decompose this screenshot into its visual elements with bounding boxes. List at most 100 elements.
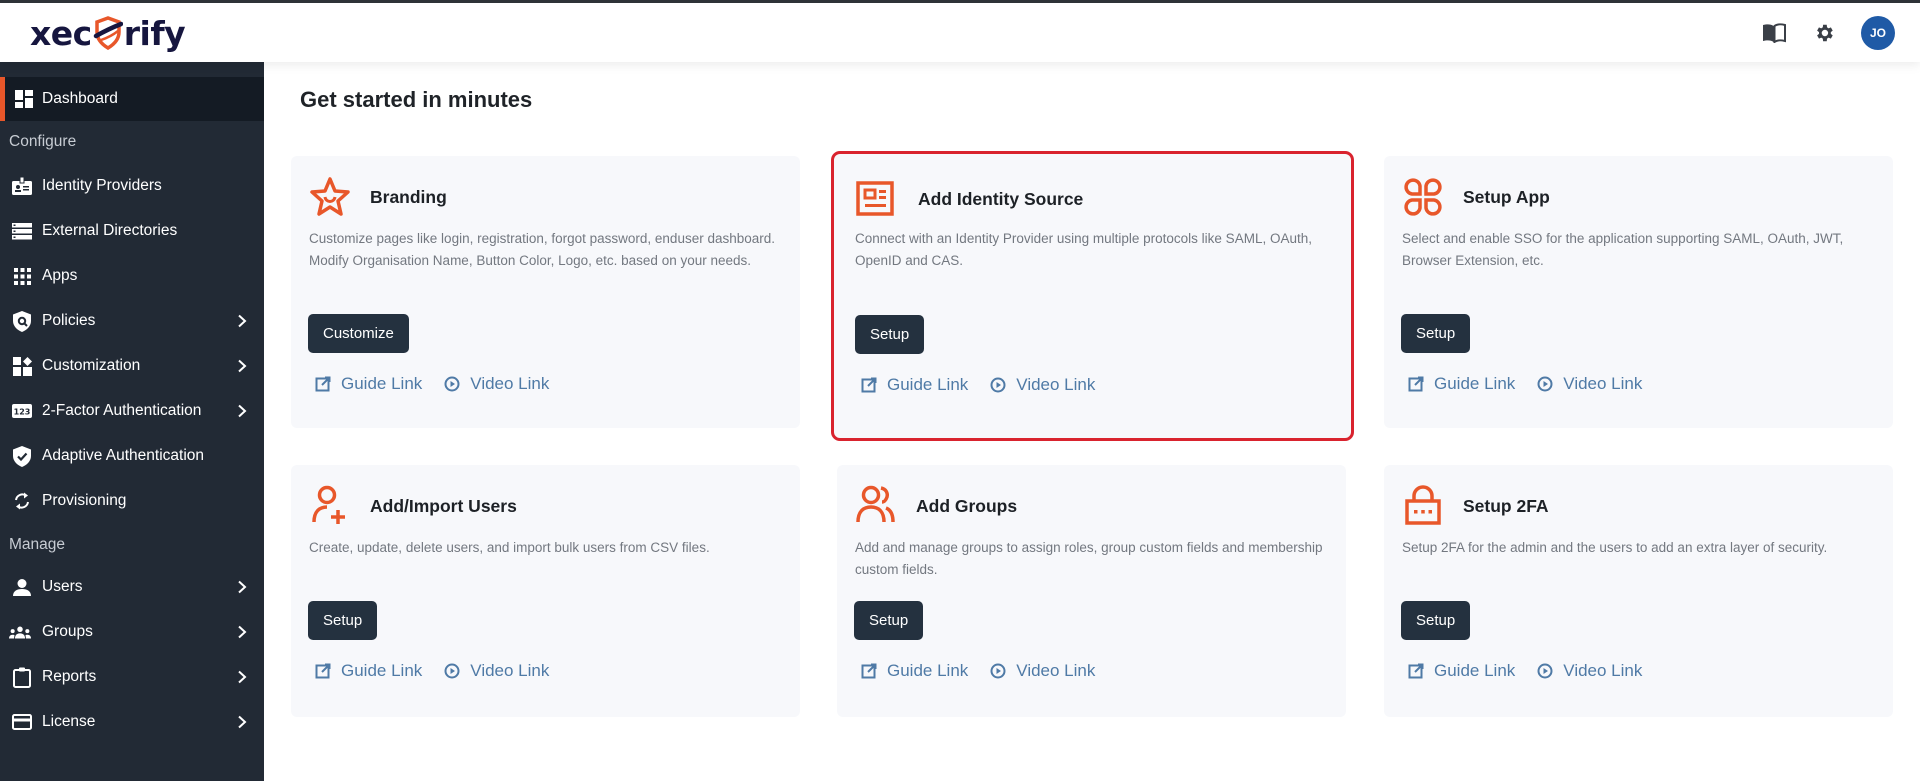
main-content: Get started in minutes Branding Customiz…: [264, 62, 1920, 781]
top-bar: xec rify JO: [0, 0, 1920, 62]
guide-link-label: Guide Link: [887, 661, 969, 680]
card-links: Guide Link Video Link: [861, 661, 1117, 681]
play-circle-icon: [990, 377, 1006, 393]
guide-link[interactable]: Guide Link: [315, 661, 422, 681]
sidebar-item-external-directories[interactable]: External Directories: [0, 209, 264, 253]
top-actions: JO: [1761, 3, 1920, 62]
xecurify-logo[interactable]: xec rify: [30, 13, 186, 53]
id-badge-icon: [11, 175, 33, 197]
video-link-label: Video Link: [1563, 661, 1643, 680]
sidebar-item-policies[interactable]: Policies: [0, 299, 264, 343]
external-link-icon: [861, 663, 877, 679]
video-link[interactable]: Video Link: [1537, 374, 1642, 394]
chevron-right-icon: [238, 404, 247, 418]
setup-button[interactable]: Setup: [1401, 314, 1471, 353]
sidebar-item-label: External Directories: [42, 222, 178, 239]
sidebar-item-label: Users: [42, 578, 83, 595]
apps-clover-icon: [1404, 178, 1442, 216]
play-circle-icon: [444, 663, 460, 679]
apps-grid-icon: [11, 265, 33, 287]
sidebar-item-label: Groups: [42, 623, 93, 640]
setup-button[interactable]: Setup: [308, 601, 378, 640]
sidebar-item-label: Reports: [42, 668, 97, 685]
play-circle-icon: [990, 663, 1006, 679]
video-link[interactable]: Video Link: [444, 661, 549, 681]
chevron-right-icon: [238, 359, 247, 373]
dashboard-icon: [13, 88, 35, 110]
setup-button[interactable]: Setup: [855, 315, 925, 354]
play-circle-icon: [1537, 376, 1553, 392]
video-link[interactable]: Video Link: [444, 374, 549, 394]
sidebar-item-label: Customization: [42, 357, 141, 374]
sidebar-item-apps[interactable]: Apps: [0, 254, 264, 298]
guide-link[interactable]: Guide Link: [861, 661, 968, 681]
video-link[interactable]: Video Link: [1537, 661, 1642, 681]
card-description: Add and manage groups to assign roles, g…: [855, 540, 1323, 577]
chevron-right-icon: [238, 670, 247, 684]
sidebar-item-label: Apps: [42, 267, 78, 284]
card-title: Branding: [370, 187, 447, 207]
customize-button[interactable]: Customize: [308, 314, 409, 353]
sidebar-item-users[interactable]: Users: [0, 565, 264, 609]
guide-link-label: Guide Link: [341, 661, 423, 680]
guide-link-label: Guide Link: [1434, 374, 1516, 393]
card-title: Setup 2FA: [1463, 496, 1549, 516]
card-description: Select and enable SSO for the applicatio…: [1402, 231, 1844, 268]
users-group-icon: [856, 485, 895, 523]
video-link-label: Video Link: [1563, 374, 1643, 393]
sidebar: Dashboard Configure Identity Providers E…: [0, 62, 264, 781]
play-circle-icon: [444, 376, 460, 392]
widgets-icon: [11, 355, 33, 377]
user-plus-icon: [312, 485, 345, 524]
user-avatar[interactable]: JO: [1861, 15, 1895, 50]
sidebar-item-label: Policies: [42, 312, 96, 329]
sidebar-item-groups[interactable]: Groups: [0, 610, 264, 654]
video-link[interactable]: Video Link: [990, 661, 1095, 681]
section-configure: Configure: [9, 133, 77, 150]
card-links: Guide Link Video Link: [315, 374, 571, 394]
sidebar-item-reports[interactable]: Reports: [0, 655, 264, 699]
external-link-icon: [1408, 663, 1424, 679]
sidebar-item-customization[interactable]: Customization: [0, 344, 264, 388]
numeric-123-icon: 123: [11, 400, 33, 422]
sidebar-item-adaptive-authentication[interactable]: Adaptive Authentication: [0, 434, 264, 478]
card-links: Guide Link Video Link: [1408, 661, 1664, 681]
video-link[interactable]: Video Link: [990, 375, 1095, 395]
chevron-right-icon: [238, 314, 247, 328]
video-link-label: Video Link: [470, 661, 550, 680]
guide-link-label: Guide Link: [887, 375, 969, 394]
card-add-groups: Add Groups Add and manage groups to assi…: [837, 465, 1346, 717]
guide-link[interactable]: Guide Link: [315, 374, 422, 394]
sidebar-item-provisioning[interactable]: Provisioning: [0, 479, 264, 523]
logo-text-left: xec: [30, 13, 92, 53]
guide-link[interactable]: Guide Link: [1408, 661, 1515, 681]
chevron-right-icon: [238, 625, 247, 639]
card-add-identity-source: Add Identity Source Connect with an Iden…: [831, 151, 1354, 441]
sidebar-item-2-factor-authentication[interactable]: 123 2-Factor Authentication: [0, 389, 264, 433]
sidebar-item-dashboard[interactable]: Dashboard: [0, 77, 264, 121]
video-link-label: Video Link: [1016, 661, 1096, 680]
book-icon[interactable]: [1761, 20, 1787, 46]
id-card-icon: [856, 181, 894, 216]
card-description: Setup 2FA for the admin and the users to…: [1402, 540, 1828, 555]
star-smile-icon: [310, 177, 350, 216]
credit-card-icon: [11, 711, 33, 733]
setup-button[interactable]: Setup: [1401, 601, 1471, 640]
shield-search-icon: [11, 310, 33, 332]
card-links: Guide Link Video Link: [315, 661, 571, 681]
logo-shield-icon: [93, 16, 123, 50]
sidebar-item-license[interactable]: License: [0, 700, 264, 744]
guide-link[interactable]: Guide Link: [1408, 374, 1515, 394]
sidebar-item-label: License: [42, 713, 96, 730]
setup-button[interactable]: Setup: [854, 601, 924, 640]
user-icon: [11, 576, 33, 598]
card-branding: Branding Customize pages like login, reg…: [291, 156, 800, 428]
sidebar-item-identity-providers[interactable]: Identity Providers: [0, 164, 264, 208]
card-setup-app: Setup App Select and enable SSO for the …: [1384, 156, 1893, 428]
logo-text-right: rify: [123, 13, 186, 53]
shield-check-icon: [11, 445, 33, 467]
gear-icon[interactable]: [1811, 20, 1837, 46]
sidebar-item-label: Dashboard: [42, 90, 118, 107]
card-description: Create, update, delete users, and import…: [309, 540, 710, 555]
guide-link[interactable]: Guide Link: [861, 375, 968, 395]
